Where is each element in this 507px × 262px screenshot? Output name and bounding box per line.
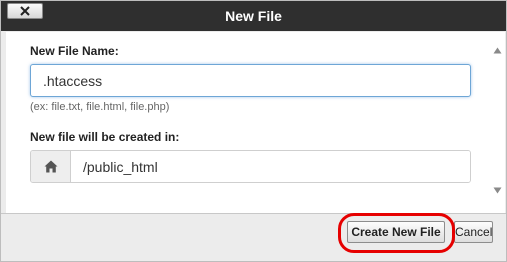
scroll-down-arrow-icon[interactable]	[493, 187, 502, 194]
new-file-dialog: New File New File Name: (ex: file.txt, f…	[0, 0, 507, 262]
home-icon	[44, 160, 57, 173]
create-new-file-button[interactable]: Create New File	[347, 221, 445, 243]
footer-divider	[1, 213, 506, 214]
filename-label: New File Name:	[30, 44, 119, 58]
filename-hint: (ex: file.txt, file.html, file.php)	[30, 101, 170, 113]
dialog-content: New File Name: (ex: file.txt, file.html,…	[6, 32, 489, 213]
location-input[interactable]	[71, 151, 470, 182]
location-field	[30, 150, 471, 183]
dialog-title: New File	[225, 8, 282, 24]
content-scrollbar[interactable]	[489, 32, 505, 213]
filename-input[interactable]	[30, 64, 471, 97]
location-addon	[31, 151, 71, 182]
scroll-up-arrow-icon[interactable]	[493, 47, 502, 54]
location-label: New file will be created in:	[30, 130, 180, 144]
dialog-titlebar[interactable]: New File	[1, 1, 506, 31]
cancel-button[interactable]: Cancel	[454, 221, 493, 243]
